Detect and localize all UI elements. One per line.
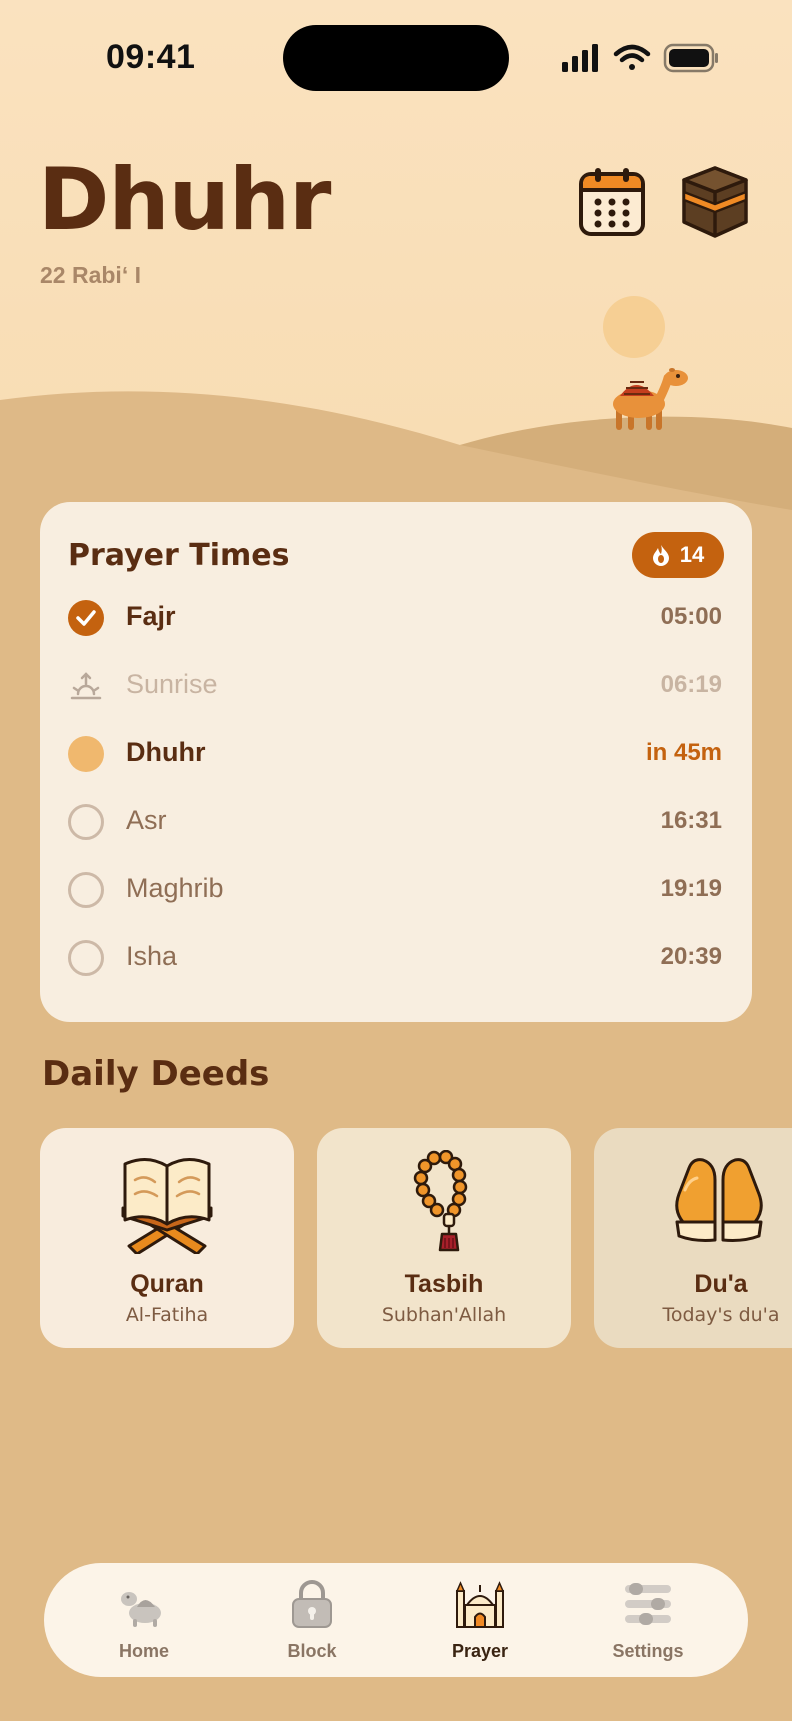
tasbih-icon bbox=[413, 1150, 468, 1252]
deed-subtitle: Subhan'Allah bbox=[381, 1304, 507, 1326]
deed-card-dua[interactable]: Du'a Today's du'a bbox=[594, 1128, 792, 1348]
prayer-name: Asr bbox=[126, 805, 167, 835]
prayer-time: 20:39 bbox=[660, 943, 722, 970]
deed-title: Tasbih bbox=[404, 1270, 484, 1298]
prayer-countdown: in 45m bbox=[645, 739, 722, 766]
wifi-icon bbox=[613, 44, 651, 70]
status-icons bbox=[562, 43, 718, 73]
tab-label: Prayer bbox=[451, 1641, 509, 1661]
prayer-row-dhuhr[interactable]: Dhuhr in 45m bbox=[40, 724, 752, 784]
page-title: Dhuhr bbox=[38, 150, 331, 250]
prayer-row-asr[interactable]: Asr 16:31 bbox=[40, 792, 752, 852]
mosque-icon bbox=[455, 1581, 505, 1628]
status-bar: 09:41 bbox=[0, 0, 792, 116]
dua-hands-icon bbox=[675, 1158, 763, 1242]
deed-card-tasbih[interactable]: Tasbih Subhan'Allah bbox=[317, 1128, 571, 1348]
prayer-times-card: Prayer Times 14 Fajr 05:00 Sunrise 06:19… bbox=[40, 502, 752, 1022]
tab-settings[interactable]: Settings bbox=[573, 1563, 723, 1677]
flame-icon bbox=[652, 545, 669, 566]
prayer-name: Isha bbox=[126, 941, 178, 971]
tab-block[interactable]: Block bbox=[237, 1563, 387, 1677]
tab-label: Settings bbox=[612, 1641, 684, 1661]
prayer-row-isha[interactable]: Isha 20:39 bbox=[40, 928, 752, 988]
streak-badge[interactable]: 14 bbox=[632, 532, 724, 578]
prayer-time: 19:19 bbox=[660, 875, 722, 902]
tab-home[interactable]: Home bbox=[69, 1563, 219, 1677]
lock-icon bbox=[292, 1580, 332, 1628]
prayer-name: Sunrise bbox=[126, 669, 218, 699]
calendar-icon[interactable] bbox=[578, 166, 648, 238]
deed-subtitle: Today's du'a bbox=[662, 1304, 780, 1326]
tab-label: Home bbox=[118, 1641, 169, 1661]
prayer-time: 05:00 bbox=[660, 603, 722, 630]
sun bbox=[603, 296, 665, 358]
prayer-name: Dhuhr bbox=[126, 737, 206, 767]
prayer-checkbox[interactable] bbox=[68, 940, 104, 976]
sunrise-icon bbox=[68, 668, 104, 704]
prayer-time: 16:31 bbox=[660, 807, 722, 834]
prayer-name: Fajr bbox=[126, 601, 176, 631]
cellular-signal-icon bbox=[562, 44, 598, 72]
deed-card-quran[interactable]: Quran Al-Fatiha bbox=[40, 1128, 294, 1348]
prayer-row-sunrise: Sunrise 06:19 bbox=[40, 656, 752, 716]
quran-icon bbox=[121, 1158, 213, 1254]
tab-bar: Home Block Prayer Settings bbox=[44, 1563, 748, 1677]
prayer-times-title: Prayer Times bbox=[68, 538, 290, 573]
deed-subtitle: Al-Fatiha bbox=[125, 1304, 209, 1326]
current-prayer-indicator[interactable] bbox=[68, 736, 104, 772]
prayer-checkbox[interactable] bbox=[68, 804, 104, 840]
prayer-row-maghrib[interactable]: Maghrib 19:19 bbox=[40, 860, 752, 920]
streak-count: 14 bbox=[679, 542, 705, 567]
status-time: 09:41 bbox=[106, 38, 196, 76]
camel-icon bbox=[121, 1592, 161, 1627]
deed-title: Du'a bbox=[694, 1270, 748, 1298]
dynamic-island bbox=[283, 25, 509, 91]
deed-title: Quran bbox=[130, 1270, 204, 1298]
prayer-time: 06:19 bbox=[660, 671, 722, 698]
hijri-date: 22 Rabiʻ I bbox=[40, 262, 141, 288]
sliders-icon bbox=[625, 1583, 671, 1625]
prayer-row-fajr[interactable]: Fajr 05:00 bbox=[40, 588, 752, 648]
tab-label: Block bbox=[287, 1641, 337, 1661]
prayer-name: Maghrib bbox=[126, 873, 224, 903]
checkmark-icon[interactable] bbox=[68, 600, 104, 636]
kaaba-icon[interactable] bbox=[680, 166, 750, 238]
prayer-checkbox[interactable] bbox=[68, 872, 104, 908]
daily-deeds-title: Daily Deeds bbox=[42, 1054, 270, 1094]
battery-icon bbox=[663, 43, 718, 73]
tab-prayer[interactable]: Prayer bbox=[405, 1563, 555, 1677]
camel-illustration bbox=[613, 368, 688, 430]
